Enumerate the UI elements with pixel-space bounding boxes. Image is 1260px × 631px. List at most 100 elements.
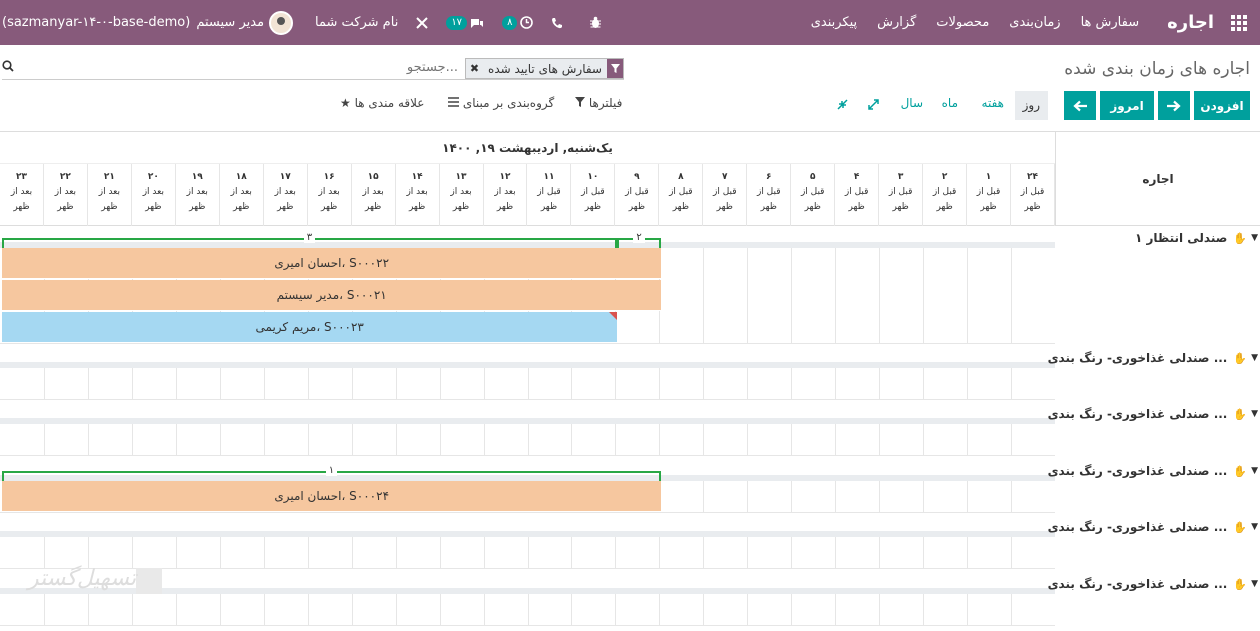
group-title[interactable]: ▼ ✋ صندلی غذاخوری- رنگ بندی ... (1048, 404, 1260, 424)
filters-icon (575, 96, 589, 110)
filters-menu[interactable]: فیلترها (575, 96, 622, 110)
phone-icon[interactable] (551, 17, 563, 29)
group-count-bracket: ۱ (2, 465, 662, 481)
grid-line (879, 424, 881, 455)
hour-number: ۲۳ (15, 172, 27, 182)
star-icon: ★ (340, 96, 351, 110)
add-button[interactable]: افزودن (1194, 91, 1250, 120)
grid-line (571, 424, 573, 455)
gantt-pill-label: احسان امیری، S۰۰۰۲۲ (274, 256, 390, 270)
menu-schedule[interactable]: زمان‌بندی (1009, 15, 1060, 30)
gantt-pill-label: احسان امیری، S۰۰۰۲۴ (274, 489, 390, 503)
grid-line (351, 537, 353, 568)
caret-down-icon: ▼ (1251, 233, 1258, 243)
grid-line (791, 537, 793, 568)
company-switch-icon[interactable] (416, 16, 429, 29)
next-button[interactable] (1158, 91, 1190, 120)
hour-cell: ۲۳ بعد از ظهر (0, 164, 44, 226)
search-icon[interactable] (2, 60, 14, 76)
grid-line (1011, 248, 1013, 343)
menu-products[interactable]: محصولات (936, 15, 989, 30)
group-row-grid[interactable] (0, 424, 1055, 456)
group-title[interactable]: ▼ ✋ صندلی غذاخوری- رنگ بندی ... (1048, 574, 1260, 594)
grid-line (879, 481, 881, 512)
messages-icon[interactable]: ۱۷ (446, 15, 484, 30)
hour-period: بعد از ظهر (230, 187, 252, 212)
grid-line (835, 537, 837, 568)
user-name[interactable]: مدیر سیستم (196, 15, 264, 30)
warning-corner-icon (609, 312, 618, 320)
caret-down-icon: ▼ (1251, 522, 1258, 532)
gantt-pill[interactable]: احسان امیری، S۰۰۰۲۴ (2, 481, 662, 512)
grid-line (439, 368, 441, 399)
collapse-icon[interactable] (837, 99, 848, 113)
group-count-bracket: ۲ (617, 232, 662, 248)
hour-period: بعد از ظهر (450, 187, 472, 212)
caret-down-icon: ▼ (1251, 579, 1258, 589)
menu-reporting[interactable]: گزارش (877, 15, 916, 30)
group-row-grid[interactable] (0, 368, 1055, 400)
favorites-menu[interactable]: ★ علاقه مندی ها (340, 96, 424, 110)
grid-line (747, 594, 749, 625)
gantt-group: ▼ ✋ صندلی انتظار ۱ ۲ ۳ احسان امیری، S۰۰۰۲۲ مدی… (0, 228, 1260, 344)
grid-line (131, 368, 133, 399)
company-name[interactable]: نام شرکت شما (315, 15, 398, 30)
hour-period: بعد از ظهر (406, 187, 428, 212)
hour-period: بعد از ظهر (54, 187, 77, 212)
gantt-pill[interactable]: مریم کریمی، S۰۰۰۲۳ (2, 312, 618, 343)
app-menu-icon[interactable] (1218, 0, 1260, 45)
drag-hand-icon: ✋ (1233, 231, 1248, 245)
group-title[interactable]: ▼ ✋ صندلی غذاخوری- رنگ بندی ... (1048, 517, 1260, 537)
group-row-grid[interactable] (0, 537, 1055, 569)
app-brand[interactable]: اجاره (1167, 12, 1214, 33)
grid-line (879, 248, 881, 343)
group-title[interactable]: ▼ ✋ صندلی غذاخوری- رنگ بندی ... (1048, 348, 1260, 368)
facet-remove-icon[interactable]: ✖ (466, 62, 483, 75)
hour-cell: ۷ قبل از ظهر (703, 164, 748, 226)
group-row-grid[interactable] (0, 594, 1055, 626)
scale-month[interactable]: ماه (942, 96, 958, 110)
gantt-pill[interactable]: مدیر سیستم، S۰۰۰۲۱ (2, 280, 662, 311)
grid-line (967, 368, 969, 399)
hour-cell: ۲۱ بعد از ظهر (88, 164, 132, 226)
menu-configuration[interactable]: پیکربندی (811, 15, 857, 30)
grid-line (571, 368, 573, 399)
expand-icon[interactable] (868, 99, 879, 113)
drag-hand-icon: ✋ (1233, 520, 1248, 534)
menu-orders[interactable]: سفارش ها (1081, 15, 1140, 30)
grid-line (923, 424, 925, 455)
grid-line (131, 594, 133, 625)
grid-line (703, 537, 705, 568)
user-avatar[interactable] (269, 10, 294, 35)
search-input[interactable] (158, 60, 458, 75)
gantt-pill[interactable]: احسان امیری، S۰۰۰۲۲ (2, 248, 662, 279)
group-title[interactable]: ▼ ✋ صندلی انتظار ۱ (1054, 228, 1260, 248)
caret-down-icon: ▼ (1251, 409, 1258, 419)
bug-icon[interactable] (589, 16, 602, 29)
grid-line (43, 537, 45, 568)
drag-hand-icon: ✋ (1233, 351, 1248, 365)
scale-day[interactable]: روز (1014, 91, 1048, 120)
hour-number: ۲۱ (103, 172, 115, 182)
hour-number: ۱۲ (499, 172, 511, 182)
grid-line (439, 594, 441, 625)
grid-line (791, 368, 793, 399)
scale-year[interactable]: سال (901, 96, 923, 110)
hour-cell: ۱۴ بعد از ظهر (396, 164, 440, 226)
group-title[interactable]: ▼ ✋ صندلی غذاخوری- رنگ بندی ... (1048, 461, 1260, 481)
grid-line (747, 481, 749, 512)
grid-line (967, 481, 969, 512)
grid-line (395, 537, 397, 568)
drag-hand-icon: ✋ (1233, 407, 1248, 421)
hour-cell: ۱۲ بعد از ظهر (484, 164, 528, 226)
caret-down-icon: ▼ (1251, 466, 1258, 476)
grid-line (219, 368, 221, 399)
groupby-menu[interactable]: گروه‌بندی بر مبنای (448, 96, 554, 110)
grid-line (351, 368, 353, 399)
hour-cell: ۲۲ بعد از ظهر (44, 164, 88, 226)
today-button[interactable]: امروز (1100, 91, 1154, 120)
activities-icon[interactable]: ۸ (502, 15, 534, 30)
search-facet[interactable]: سفارش های تایید شده ✖ (464, 58, 624, 79)
scale-week[interactable]: هفته (982, 96, 1004, 110)
previous-button[interactable] (1064, 91, 1096, 120)
